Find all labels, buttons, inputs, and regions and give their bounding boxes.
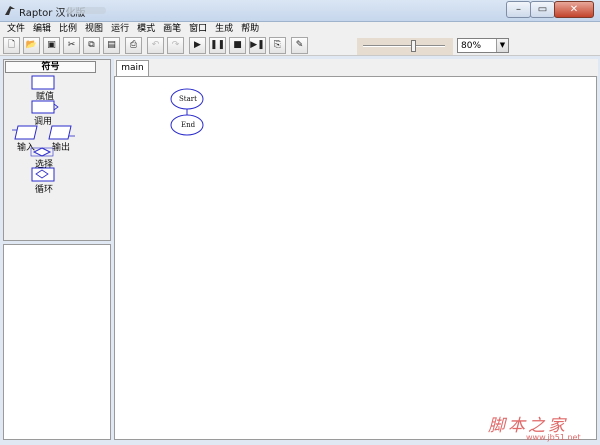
menu-bar: 文件 编辑 比例 视图 运行 模式 画笔 窗口 生成 帮助	[0, 22, 600, 36]
pen-icon: ✎	[295, 40, 304, 50]
menu-file[interactable]: 文件	[3, 22, 29, 36]
stop-icon: ■	[233, 40, 242, 50]
tab-strip	[114, 59, 598, 76]
watermark: 脚本之家 www.jb51.net	[488, 411, 581, 442]
paste-icon: ▤	[107, 40, 116, 50]
flowchart-graphics	[170, 88, 204, 136]
save-icon: ▣	[47, 40, 56, 50]
maximize-button[interactable]: ▭	[530, 1, 555, 18]
start-label: Start	[179, 95, 197, 103]
menu-edit[interactable]: 编辑	[29, 22, 55, 36]
undo-button[interactable]: ↶	[147, 37, 164, 54]
undo-icon: ↶	[151, 40, 160, 50]
selection-symbol[interactable]	[30, 147, 56, 167]
slider-track	[363, 45, 445, 47]
close-icon: ✕	[569, 4, 579, 15]
cut-icon: ✂	[67, 40, 76, 50]
menu-ink[interactable]: 画笔	[159, 22, 185, 36]
maximize-icon: ▭	[537, 4, 548, 15]
chevron-down-icon[interactable]: ▼	[496, 39, 508, 52]
symbols-panel: 符号 赋值 调用 输入 输出 选择 循环	[3, 59, 111, 241]
assignment-symbol[interactable]	[30, 75, 56, 101]
slider-thumb[interactable]	[410, 40, 416, 52]
copy-icon: ⧉	[88, 40, 95, 50]
new-file-icon: 🗋	[7, 40, 16, 50]
run-icon: ▶	[194, 40, 201, 50]
run-button[interactable]: ▶	[189, 37, 206, 54]
title-blurred-region	[66, 7, 106, 14]
minimize-icon: –	[516, 4, 521, 15]
tab-main[interactable]: main	[116, 60, 149, 76]
loop-symbol[interactable]	[30, 167, 56, 193]
watermark-url: www.jb51.net	[526, 433, 581, 442]
pause-button[interactable]: ❚❚	[209, 37, 226, 54]
save-button[interactable]: ▣	[43, 37, 60, 54]
raptor-app-icon	[5, 6, 15, 15]
open-folder-button[interactable]: 📂	[23, 37, 40, 54]
paste-button[interactable]: ▤	[103, 37, 120, 54]
print-icon: ⎙	[129, 40, 138, 50]
menu-view[interactable]: 视图	[81, 22, 107, 36]
window-controls: – ▭ ✕	[506, 1, 594, 18]
minimize-button[interactable]: –	[506, 1, 531, 18]
zoom-select[interactable]: 80% ▼	[457, 38, 509, 53]
menu-run[interactable]: 运行	[107, 22, 133, 36]
breakpoint-button[interactable]: ⎘	[269, 37, 286, 54]
cut-button[interactable]: ✂	[63, 37, 80, 54]
title-bar: Raptor 汉化版 – ▭ ✕	[0, 0, 600, 22]
step-button[interactable]: ▶❚	[249, 37, 266, 54]
speed-slider[interactable]	[357, 38, 453, 55]
breakpoint-icon: ⎘	[273, 40, 282, 50]
raptor-window: Raptor 汉化版 – ▭ ✕ 文件 编辑 比例 视图 运行 模式 画笔 窗口…	[0, 0, 600, 445]
step-icon: ▶❚	[250, 40, 265, 50]
flowchart-canvas[interactable]: Start End	[114, 76, 597, 440]
open-folder-icon: 📂	[25, 40, 38, 50]
redo-button[interactable]: ↷	[167, 37, 184, 54]
new-file-button[interactable]: 🗋	[3, 37, 20, 54]
menu-mode[interactable]: 模式	[133, 22, 159, 36]
close-button[interactable]: ✕	[554, 1, 594, 18]
redo-icon: ↷	[171, 40, 180, 50]
pen-button[interactable]: ✎	[291, 37, 308, 54]
menu-generate[interactable]: 生成	[211, 22, 237, 36]
menu-window[interactable]: 窗口	[185, 22, 211, 36]
print-button[interactable]: ⎙	[125, 37, 142, 54]
copy-button[interactable]: ⧉	[83, 37, 100, 54]
menu-scale[interactable]: 比例	[55, 22, 81, 36]
end-label: End	[181, 121, 196, 129]
menu-help[interactable]: 帮助	[237, 22, 263, 36]
watch-panel[interactable]	[3, 244, 111, 440]
zoom-value: 80%	[461, 41, 482, 51]
stop-button[interactable]: ■	[229, 37, 246, 54]
pause-icon: ❚❚	[210, 40, 226, 50]
call-symbol[interactable]	[30, 100, 60, 126]
